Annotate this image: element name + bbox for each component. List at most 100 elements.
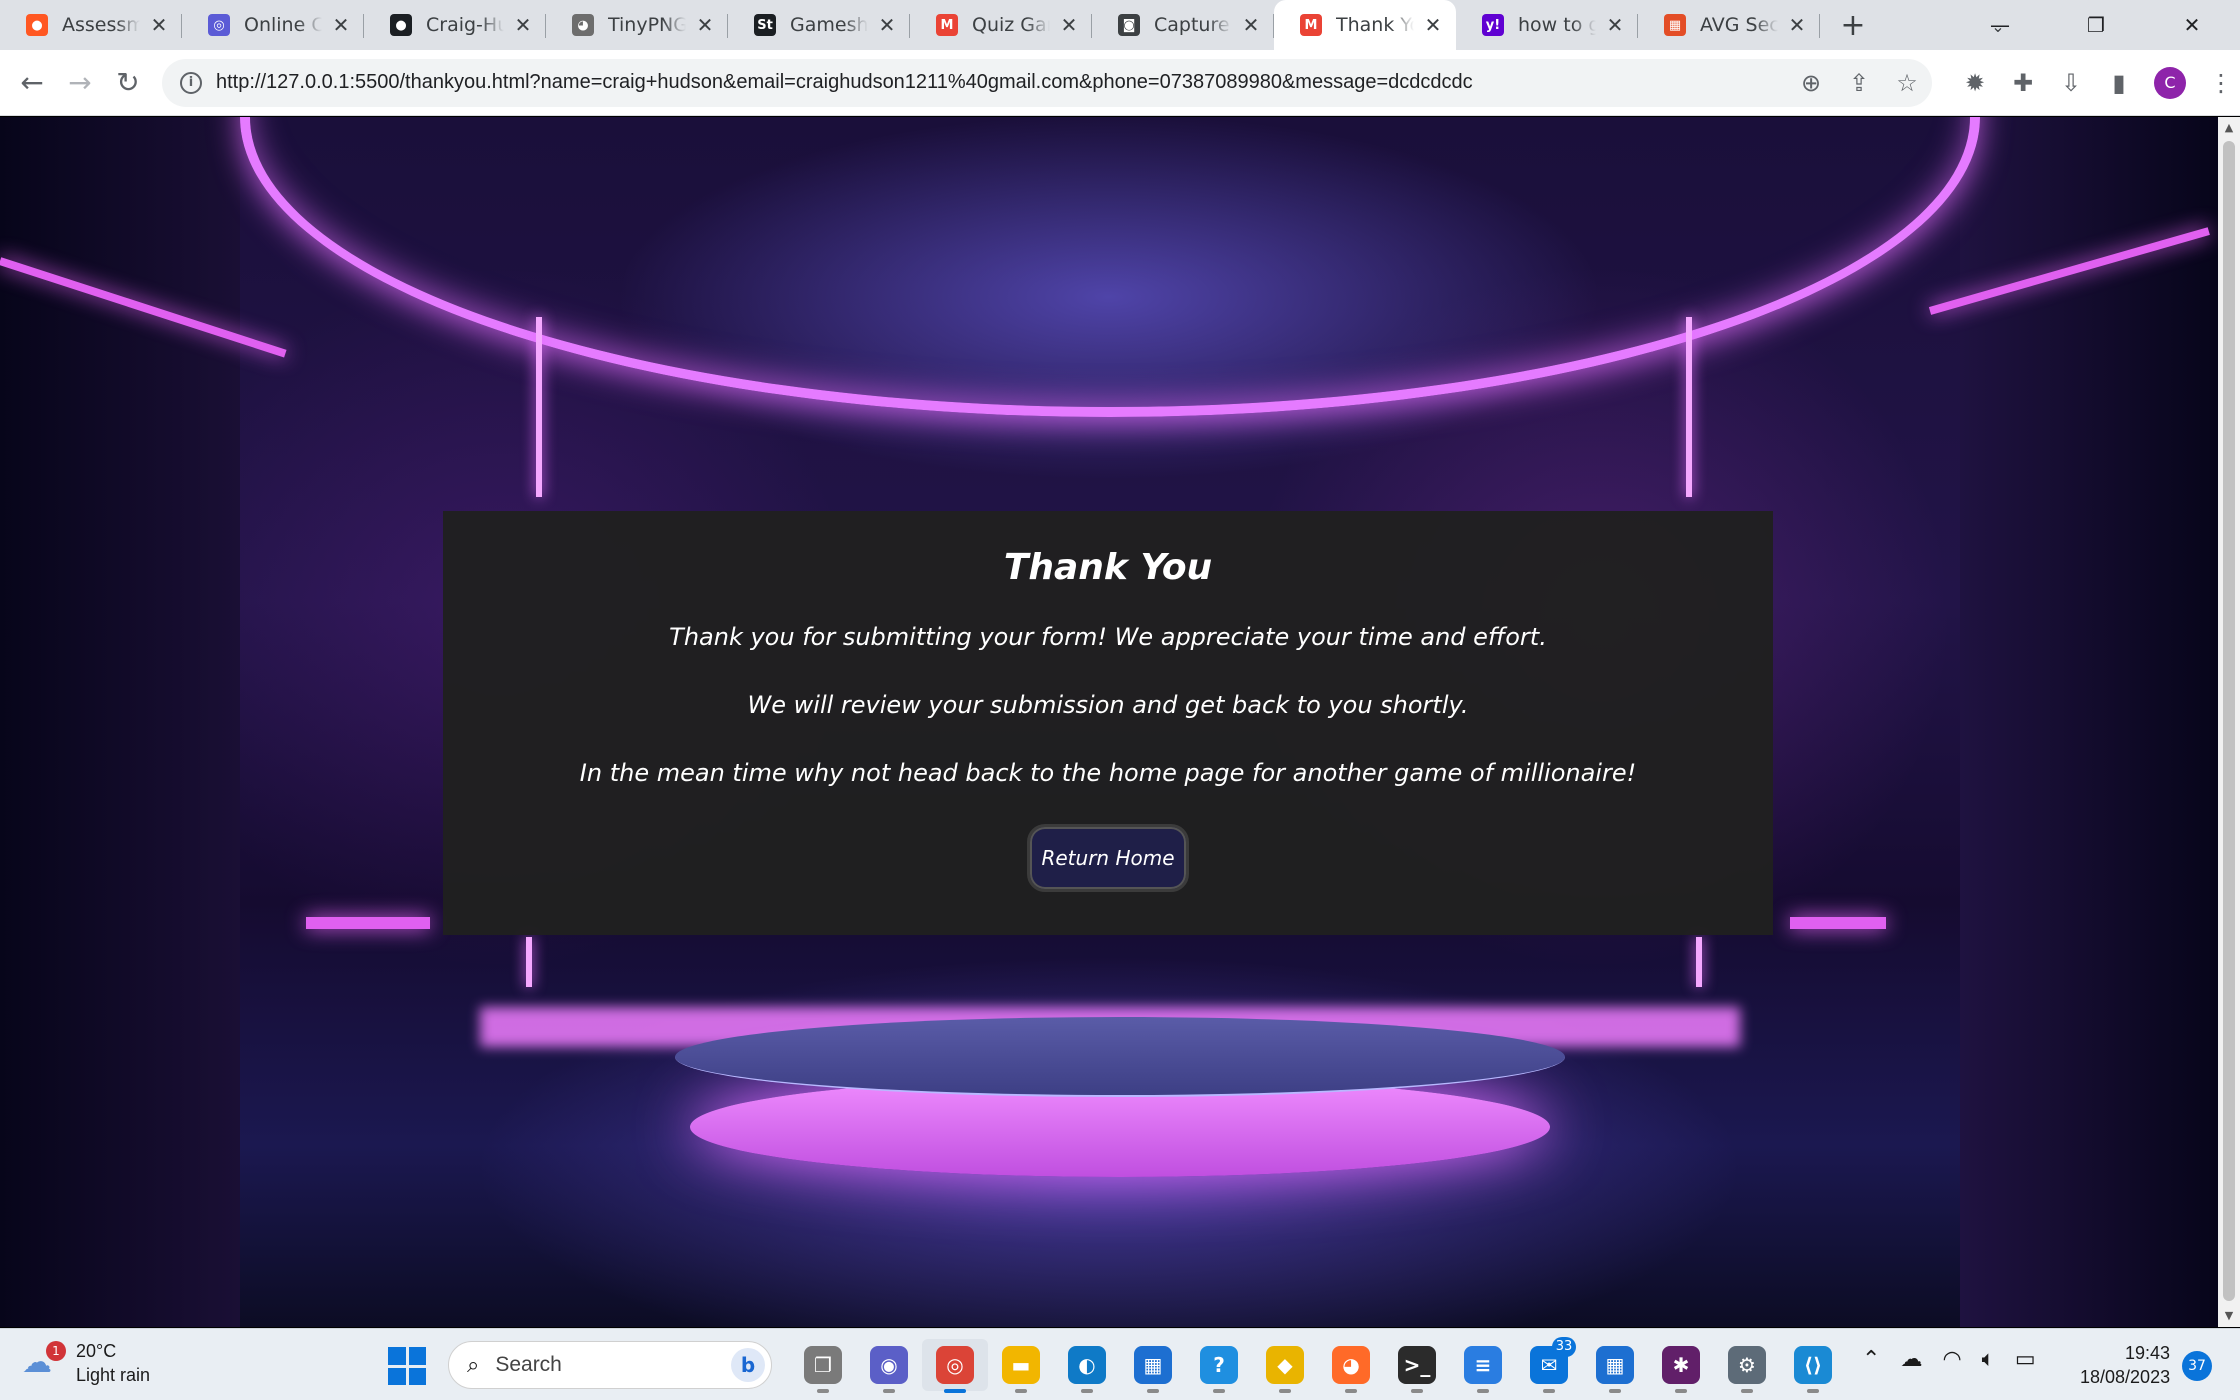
zoom-icon[interactable]: ⊕	[1798, 69, 1824, 97]
close-tab-icon[interactable]: ✕	[1786, 13, 1808, 37]
bing-icon[interactable]: b	[731, 1348, 765, 1382]
close-tab-icon[interactable]: ✕	[1240, 13, 1262, 37]
battery-icon[interactable]: ▭	[2015, 1347, 2036, 1372]
onedrive-cloud-icon[interactable]: ☁	[1900, 1347, 1922, 1372]
yahoo-icon: y!	[1482, 14, 1504, 36]
close-tab-icon[interactable]: ✕	[148, 13, 170, 37]
bug-extension-icon[interactable]: ✹	[1962, 69, 1988, 97]
neon-pillar	[1686, 317, 1692, 497]
neon-side-bar	[306, 917, 430, 929]
site-info-icon[interactable]: i	[180, 71, 202, 94]
new-tab-button[interactable]: +	[1828, 0, 1878, 50]
close-tab-icon[interactable]: ✕	[512, 13, 534, 37]
extensions-puzzle-icon[interactable]: ✚	[2010, 69, 2036, 97]
close-tab-icon[interactable]: ✕	[876, 13, 898, 37]
wifi-icon[interactable]: ◠	[1942, 1347, 1961, 1372]
weather-badge: 1	[46, 1341, 66, 1361]
taskbar-app[interactable]: ?	[1186, 1339, 1252, 1393]
gmail-icon: M	[1300, 14, 1322, 36]
browser-tab[interactable]: ◎ Online Con ✕	[182, 0, 364, 50]
close-tab-icon[interactable]: ✕	[694, 13, 716, 37]
page-title: Thank You	[1003, 547, 1213, 588]
avg-icon: ▦	[1664, 14, 1686, 36]
clock[interactable]: 19:43 18/08/2023	[2080, 1341, 2170, 1389]
running-indicator	[1741, 1389, 1753, 1393]
taskbar-app[interactable]: ❐	[790, 1339, 856, 1393]
browser-tab[interactable]: ● Assessment ✕	[0, 0, 182, 50]
taskbar-app[interactable]: ◉	[856, 1339, 922, 1393]
browser-toolbar: ← → ↻ i http://127.0.0.1:5500/thankyou.h…	[0, 50, 2240, 116]
browser-tab[interactable]: ◙ Capture Ph ✕	[1092, 0, 1274, 50]
taskbar-app[interactable]: ✉ 33	[1516, 1337, 1582, 1393]
url-text[interactable]: http://127.0.0.1:5500/thankyou.html?name…	[216, 71, 1473, 94]
running-indicator	[1015, 1389, 1027, 1393]
browser-tab[interactable]: y! how to go ✕	[1456, 0, 1638, 50]
back-icon[interactable]: ←	[8, 59, 56, 107]
close-tab-icon[interactable]: ✕	[1604, 13, 1626, 37]
running-indicator	[1543, 1389, 1555, 1393]
taskbar-app[interactable]: ◎	[922, 1339, 988, 1393]
download-icon[interactable]: ⇩	[2058, 69, 2084, 97]
maps-icon: ◆	[1266, 1346, 1304, 1384]
profile-avatar[interactable]: C	[2154, 66, 2186, 99]
taskbar-search[interactable]: ⌕ Search b	[448, 1341, 772, 1389]
teams-chat-icon: ◉	[870, 1346, 908, 1384]
browser-tab[interactable]: ● Craig-Hud ✕	[364, 0, 546, 50]
toolbar-actions: ✹ ✚ ⇩ ▮ C ⋮	[1962, 66, 2234, 99]
taskbar-app[interactable]: ▦	[1582, 1339, 1648, 1393]
github-icon: ●	[390, 14, 412, 36]
menu-kebab-icon[interactable]: ⋮	[2208, 69, 2234, 97]
weather-text: 20°C Light rain	[76, 1339, 150, 1387]
taskbar-app[interactable]: ⚙	[1714, 1339, 1780, 1393]
restore-icon[interactable]: ❐	[2048, 0, 2144, 50]
browser-tab[interactable]: M Quiz Game ✕	[910, 0, 1092, 50]
address-bar[interactable]: i http://127.0.0.1:5500/thankyou.html?na…	[162, 58, 1932, 107]
taskbar-app[interactable]: ✱	[1648, 1339, 1714, 1393]
windows-taskbar: ☁ 1 20°C Light rain ⌕ Search b ❐ ◉ ◎ ▬ ◐ ▦? ◆ ◕…	[0, 1328, 2240, 1400]
task-view-icon: ❐	[804, 1346, 842, 1384]
browser-tab[interactable]: St Gameshow ✕	[728, 0, 910, 50]
reload-icon[interactable]: ↻	[104, 59, 152, 107]
running-indicator	[817, 1389, 829, 1393]
close-window-icon[interactable]: ✕	[2144, 0, 2240, 50]
help-icon: ?	[1200, 1346, 1238, 1384]
bookmark-star-icon[interactable]: ☆	[1894, 69, 1920, 97]
taskbar-app[interactable]: ◕	[1318, 1339, 1384, 1393]
close-tab-icon[interactable]: ✕	[1422, 13, 1444, 37]
return-home-button[interactable]: Return Home	[1027, 824, 1189, 892]
close-tab-icon[interactable]: ✕	[330, 13, 352, 37]
tab-title: Capture Ph	[1154, 14, 1232, 36]
notification-badge[interactable]: 37	[2182, 1351, 2212, 1381]
forward-icon[interactable]: →	[56, 59, 104, 107]
side-panel-icon[interactable]: ▮	[2106, 69, 2132, 97]
taskbar-app[interactable]: >_	[1384, 1339, 1450, 1393]
weather-widget[interactable]: ☁ 1 20°C Light rain	[22, 1339, 150, 1387]
minimize-icon[interactable]: —	[1952, 0, 2048, 50]
taskbar-app[interactable]: ⟨⟩	[1780, 1339, 1846, 1393]
browser-tab[interactable]: M Thank You ✕	[1274, 0, 1456, 50]
running-indicator	[1477, 1389, 1489, 1393]
browser-tab[interactable]: ◕ TinyPNG – ✕	[546, 0, 728, 50]
clock-date: 18/08/2023	[2080, 1367, 2171, 1387]
scroll-down-icon[interactable]: ▼	[2223, 1309, 2235, 1323]
running-indicator	[1279, 1389, 1291, 1393]
volume-icon[interactable]: 🔈︎	[1982, 1347, 1995, 1372]
taskbar-app[interactable]: ▬	[988, 1339, 1054, 1393]
taskbar-app[interactable]: ◆	[1252, 1339, 1318, 1393]
taskbar-app[interactable]: ▦	[1120, 1339, 1186, 1393]
weather-desc: Light rain	[76, 1365, 151, 1385]
page-scrollbar[interactable]: ▲ ▼	[2218, 117, 2240, 1327]
scrollbar-thumb[interactable]	[2223, 141, 2235, 1301]
taskbar-app[interactable]: ≡	[1450, 1339, 1516, 1393]
thank-you-card: Thank You Thank you for submitting your …	[443, 511, 1773, 935]
taskbar-app[interactable]: ◐	[1054, 1339, 1120, 1393]
browser-tab-strip: ● Assessment ✕ ◎ Online Con ✕ ● Craig-Hud ✕ ◕ Tiny…	[0, 0, 2240, 50]
scroll-up-icon[interactable]: ▲	[2223, 121, 2235, 135]
browser-tab[interactable]: ▦ AVG Secur ✕	[1638, 0, 1820, 50]
omnibox-actions: ⊕ ⇪ ☆	[1798, 59, 1920, 107]
close-tab-icon[interactable]: ✕	[1058, 13, 1080, 37]
tab-title: Assessment	[62, 14, 140, 36]
share-icon[interactable]: ⇪	[1846, 69, 1872, 97]
windows-start-icon[interactable]	[388, 1347, 426, 1385]
chevron-up-icon[interactable]: ⌃	[1862, 1347, 1880, 1372]
